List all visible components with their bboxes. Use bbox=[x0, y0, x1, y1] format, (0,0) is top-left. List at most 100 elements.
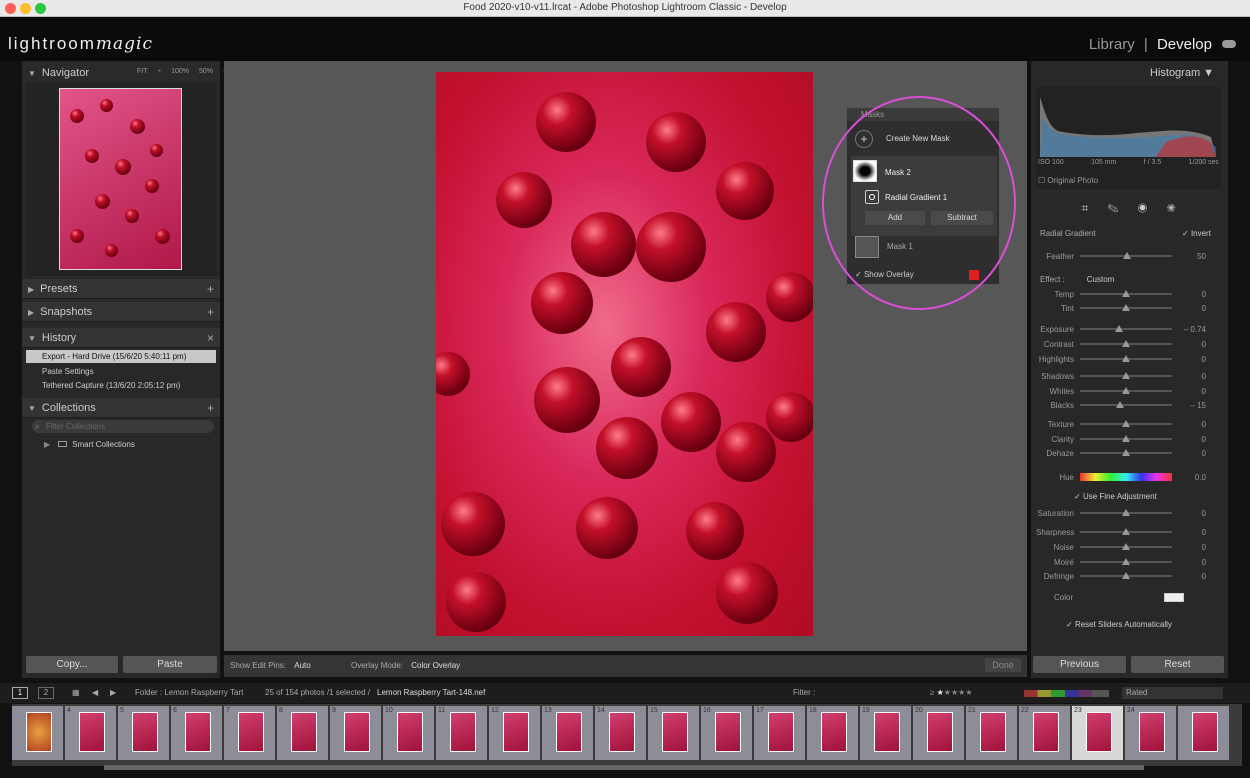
slider-thumb[interactable] bbox=[1122, 528, 1130, 535]
slider-thumb[interactable] bbox=[1122, 509, 1130, 516]
navigator-preview[interactable] bbox=[26, 82, 216, 276]
slider-dehaze[interactable]: Dehaze 0 bbox=[1036, 447, 1220, 459]
slider-thumb[interactable] bbox=[1122, 572, 1130, 579]
slider-thumb[interactable] bbox=[1122, 435, 1130, 442]
cloud-icon[interactable] bbox=[1222, 40, 1236, 48]
slider-shadows[interactable]: Shadows 0 bbox=[1036, 370, 1220, 382]
filmstrip-thumbnail[interactable]: 20 bbox=[913, 706, 964, 760]
slider-value[interactable]: – 15 bbox=[1172, 401, 1206, 410]
slider-thumb[interactable] bbox=[1122, 558, 1130, 565]
slider-track[interactable] bbox=[1080, 572, 1172, 579]
color-swatch[interactable] bbox=[1164, 593, 1184, 602]
filmstrip-scrollbar[interactable] bbox=[104, 765, 1144, 770]
slider-track[interactable] bbox=[1080, 449, 1172, 456]
history-item[interactable]: Tethered Capture (13/6/20 2:05:12 pm) bbox=[26, 379, 216, 392]
slider-value[interactable]: 0 bbox=[1172, 290, 1206, 299]
slider-track[interactable] bbox=[1080, 509, 1172, 516]
filmstrip-thumbnail[interactable]: 10 bbox=[383, 706, 434, 760]
overlay-mode-select[interactable]: Color Overlay bbox=[411, 661, 460, 670]
slider-track[interactable] bbox=[1080, 290, 1172, 297]
slider-value[interactable]: 0 bbox=[1172, 304, 1206, 313]
slider-value[interactable]: 0 bbox=[1172, 340, 1206, 349]
slider-value[interactable]: 0 bbox=[1172, 372, 1206, 381]
filmstrip-thumbnail[interactable]: 19 bbox=[860, 706, 911, 760]
slider-value[interactable]: 0 bbox=[1172, 449, 1206, 458]
slider-moir[interactable]: Moiré 0 bbox=[1036, 556, 1220, 568]
slider-track[interactable] bbox=[1080, 543, 1172, 550]
histogram-header[interactable]: Histogram ▼ bbox=[1150, 67, 1214, 79]
reset-sliders-checkbox[interactable]: ✓ Reset Sliders Automatically bbox=[1066, 620, 1172, 629]
module-library[interactable]: Library bbox=[1089, 36, 1135, 53]
slider-value[interactable]: 0 bbox=[1172, 387, 1206, 396]
red-eye-icon[interactable]: ◉ bbox=[1138, 201, 1148, 215]
collections-header[interactable]: ▼ Collections + bbox=[22, 398, 220, 418]
filmstrip-thumbnail[interactable]: 13 bbox=[542, 706, 593, 760]
add-preset-icon[interactable]: + bbox=[207, 279, 214, 299]
edit-pins-select[interactable]: Auto bbox=[294, 661, 310, 670]
slider-exposure[interactable]: Exposure – 0.74 bbox=[1036, 323, 1220, 335]
slider-saturation[interactable]: Saturation 0 bbox=[1036, 507, 1220, 519]
slider-thumb[interactable] bbox=[1115, 401, 1124, 408]
slider-thumb[interactable] bbox=[1122, 340, 1130, 347]
rated-select[interactable]: Rated bbox=[1122, 687, 1223, 699]
clear-history-icon[interactable]: × bbox=[207, 328, 214, 348]
copy-button[interactable]: Copy... bbox=[26, 656, 118, 673]
filmstrip-thumbnail[interactable] bbox=[12, 706, 63, 760]
history-item[interactable]: Paste Settings bbox=[26, 365, 216, 378]
hue-slider[interactable]: Hue 0.0 bbox=[1036, 471, 1220, 483]
slider-texture[interactable]: Texture 0 bbox=[1036, 418, 1220, 430]
filmstrip-thumbnail[interactable]: 11 bbox=[436, 706, 487, 760]
filmstrip-thumbnail[interactable]: 17 bbox=[754, 706, 805, 760]
reset-button[interactable]: Reset bbox=[1131, 656, 1224, 673]
slider-track[interactable] bbox=[1080, 387, 1172, 394]
slider-thumb[interactable] bbox=[1122, 372, 1130, 379]
slider-blacks[interactable]: Blacks – 15 bbox=[1036, 399, 1220, 411]
slider-value[interactable]: 0 bbox=[1172, 420, 1206, 429]
filmstrip-thumbnail[interactable]: 23 bbox=[1072, 706, 1123, 760]
slider-thumb[interactable] bbox=[1122, 290, 1130, 297]
current-filename[interactable]: Lemon Raspberry Tart-148.nef bbox=[377, 683, 485, 703]
slider-thumb[interactable] bbox=[1122, 449, 1130, 456]
forward-arrow-icon[interactable]: ▶ bbox=[110, 683, 116, 703]
slider-thumb[interactable] bbox=[1122, 387, 1130, 394]
slider-thumb[interactable] bbox=[1122, 304, 1130, 311]
filmstrip-thumbnail[interactable]: 22 bbox=[1019, 706, 1070, 760]
grid-icon[interactable]: ▦ bbox=[72, 683, 80, 703]
add-snapshot-icon[interactable]: + bbox=[207, 302, 214, 322]
slider-track[interactable] bbox=[1080, 401, 1172, 408]
filmstrip-thumbnail[interactable]: 24 bbox=[1125, 706, 1176, 760]
slider-value[interactable]: 0 bbox=[1172, 435, 1206, 444]
slider-value[interactable]: 0 bbox=[1172, 558, 1206, 567]
done-button[interactable]: Done bbox=[985, 658, 1021, 672]
filmstrip-thumbnail[interactable]: 12 bbox=[489, 706, 540, 760]
zoom-window-button[interactable] bbox=[35, 3, 46, 14]
filmstrip-thumbnail[interactable]: 6 bbox=[171, 706, 222, 760]
slider-track[interactable] bbox=[1080, 340, 1172, 347]
slider-clarity[interactable]: Clarity 0 bbox=[1036, 433, 1220, 445]
navigator-zoom-options[interactable]: FIT ÷ 100% 50% ÷ bbox=[137, 68, 227, 75]
filmstrip-thumbnail[interactable]: 9 bbox=[330, 706, 381, 760]
histogram[interactable]: ISO 100 105 mm f / 3.5 1/200 sec ☐ Original… bbox=[1036, 87, 1221, 189]
slider-noise[interactable]: Noise 0 bbox=[1036, 541, 1220, 553]
photo[interactable] bbox=[436, 72, 813, 636]
filmstrip-thumbnail[interactable]: 5 bbox=[118, 706, 169, 760]
filmstrip-thumbnail[interactable]: 7 bbox=[224, 706, 275, 760]
collections-filter-input[interactable]: ⌕ Filter Collections bbox=[32, 420, 214, 433]
slider-value[interactable]: 0 bbox=[1172, 509, 1206, 518]
slider-highlights[interactable]: Highlights 0 bbox=[1036, 353, 1220, 365]
invert-checkbox[interactable]: ✓ Invert bbox=[1182, 229, 1211, 238]
color-label-filter[interactable] bbox=[1024, 690, 1109, 697]
filmstrip-thumbnail[interactable]: 4 bbox=[65, 706, 116, 760]
slider-track[interactable] bbox=[1080, 325, 1172, 332]
slider-defringe[interactable]: Defringe 0 bbox=[1036, 570, 1220, 582]
back-arrow-icon[interactable]: ◀ bbox=[92, 683, 98, 703]
filmstrip-thumbnail[interactable]: 21 bbox=[966, 706, 1017, 760]
slider-track[interactable] bbox=[1080, 355, 1172, 362]
slider-value[interactable]: 0 bbox=[1172, 543, 1206, 552]
snapshots-header[interactable]: ▶ Snapshots + bbox=[22, 302, 220, 322]
rating-filter[interactable]: ≥ ★★★★★ bbox=[930, 683, 972, 703]
filmstrip-thumbnail[interactable]: 16 bbox=[701, 706, 752, 760]
add-collection-icon[interactable]: + bbox=[207, 398, 214, 418]
slider-track[interactable] bbox=[1080, 304, 1172, 311]
minimize-window-button[interactable] bbox=[20, 3, 31, 14]
